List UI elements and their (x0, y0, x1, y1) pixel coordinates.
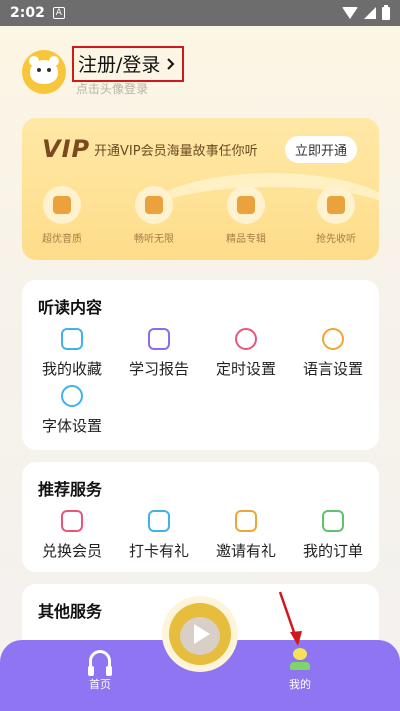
vip-feature-label: 超优音质 (42, 234, 82, 245)
headphone-icon (43, 186, 81, 224)
item-label: 定时设置 (215, 360, 276, 378)
avatar[interactable] (22, 50, 66, 94)
chevron-right-icon (167, 57, 175, 70)
login-hint: 点击头像登录 (76, 82, 149, 96)
player-cover (169, 603, 231, 665)
service-section-card: 推荐服务 兑换会员 打卡有礼 邀请有礼 我的订单 (22, 462, 379, 572)
vip-logo: VIP (42, 135, 91, 163)
item-label: 我的订单 (302, 542, 363, 560)
battery-icon (382, 4, 390, 20)
signal-icon (364, 7, 376, 19)
vip-feature-early[interactable]: 抢先收听 (306, 186, 366, 245)
redeem-vip-item[interactable]: 兑换会员 (32, 510, 112, 561)
login-label: 注册/登录 (78, 54, 161, 76)
nav-home[interactable]: 首页 (70, 648, 130, 692)
player-button[interactable] (162, 596, 238, 672)
language-chat-icon (322, 328, 344, 350)
nav-me[interactable]: 我的 (270, 648, 330, 692)
grid-icon (135, 186, 173, 224)
headphone-icon (88, 650, 112, 676)
item-label: 邀请有礼 (215, 542, 276, 560)
vip-feature-label: 抢先收听 (316, 234, 356, 245)
vip-feature-label: 精品专辑 (226, 234, 266, 245)
item-label: 学习报告 (128, 360, 189, 378)
checkin-reward-item[interactable]: 打卡有礼 (119, 510, 199, 561)
notification-icon: A (52, 7, 65, 19)
calendar-icon (148, 510, 170, 532)
nav-me-label: 我的 (289, 678, 311, 691)
section-title: 听读内容 (38, 298, 103, 317)
wifi-icon (342, 7, 358, 19)
section-title: 推荐服务 (38, 480, 103, 499)
login-register-button[interactable]: 注册/登录 (72, 46, 185, 82)
nav-home-label: 首页 (89, 678, 111, 691)
my-orders-item[interactable]: 我的订单 (293, 510, 373, 561)
timer-settings-item[interactable]: 定时设置 (206, 328, 286, 379)
vip-feature-label: 畅听无限 (134, 234, 174, 245)
vip-slogan: 开通VIP会员海量故事任你听 (94, 144, 258, 159)
status-time: 2:02 (10, 5, 45, 21)
section-title: 其他服务 (38, 602, 103, 621)
vip-feature-albums[interactable]: 精品专辑 (216, 186, 276, 245)
gift-icon (235, 510, 257, 532)
album-icon (227, 186, 265, 224)
report-icon (148, 328, 170, 350)
item-label: 打卡有礼 (128, 542, 189, 560)
bear-face-icon (30, 60, 58, 84)
favorites-item[interactable]: 我的收藏 (32, 328, 112, 379)
vip-open-button[interactable]: 立即开通 (284, 136, 357, 163)
status-bar: 2:02 A (0, 0, 400, 26)
play-icon (194, 624, 210, 644)
vip-card: VIP 开通VIP会员海量故事任你听 立即开通 超优音质 畅听无限 精品专辑 抢… (22, 118, 379, 260)
font-chat-icon (61, 385, 83, 407)
item-label: 我的收藏 (41, 360, 102, 378)
study-report-item[interactable]: 学习报告 (119, 328, 199, 379)
voucher-icon (61, 510, 83, 532)
item-label: 字体设置 (41, 417, 102, 435)
item-label: 语言设置 (302, 360, 363, 378)
profile-icon (293, 648, 307, 660)
alarm-clock-icon (235, 328, 257, 350)
font-settings-item[interactable]: 字体设置 (32, 385, 112, 436)
vip-feature-unlimited[interactable]: 畅听无限 (124, 186, 184, 245)
vip-feature-quality[interactable]: 超优音质 (32, 186, 92, 245)
star-icon (61, 328, 83, 350)
tv-icon (317, 186, 355, 224)
language-settings-item[interactable]: 语言设置 (293, 328, 373, 379)
status-icons (342, 4, 390, 20)
clipboard-icon (322, 510, 344, 532)
profile-body-icon (290, 662, 310, 670)
listen-section-card: 听读内容 我的收藏 学习报告 定时设置 语言设置 字体设置 (22, 280, 379, 450)
item-label: 兑换会员 (41, 542, 102, 560)
invite-reward-item[interactable]: 邀请有礼 (206, 510, 286, 561)
